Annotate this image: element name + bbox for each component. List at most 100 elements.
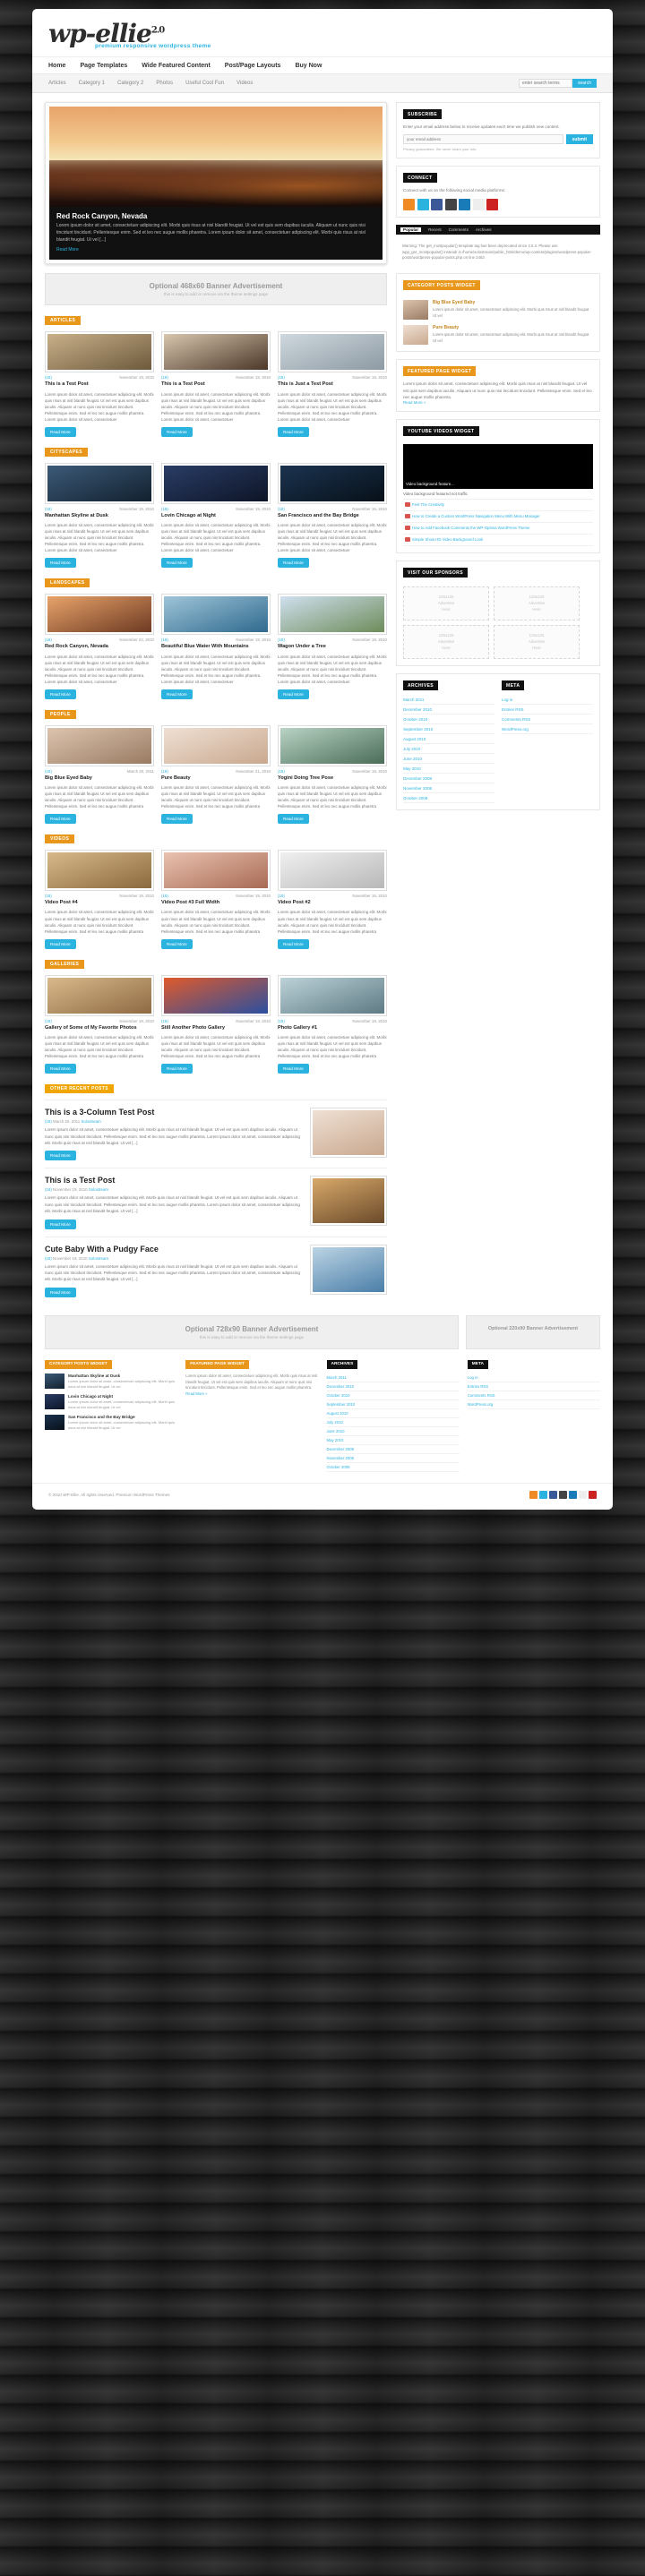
youtube-icon[interactable] [486, 198, 498, 210]
post-thumbnail[interactable] [161, 331, 271, 373]
video-player[interactable]: Video background feature... [403, 444, 593, 490]
footer-item-thumbnail[interactable] [45, 1393, 64, 1409]
category-widget-thumbnail[interactable] [403, 300, 428, 321]
comment-count[interactable]: (18) [45, 375, 52, 380]
comment-count[interactable]: (18) [278, 507, 285, 511]
archive-link[interactable]: June 2010 [403, 754, 494, 765]
bottom-banner-ad[interactable]: Optional 728x90 Banner Advertisement thi… [45, 1314, 459, 1349]
footer-meta-link[interactable]: Entries RSS [467, 1382, 600, 1391]
post-title[interactable]: Video Post #3 Full Width [161, 900, 271, 906]
comment-count[interactable]: (18) [161, 638, 168, 642]
sponsor-ad[interactable]: 125x125 Advertise Here [494, 625, 580, 660]
post-thumbnail[interactable] [45, 974, 154, 1016]
archive-link[interactable]: October 2010 [403, 715, 494, 725]
footer-archive-link[interactable]: May 2010 [326, 1436, 460, 1445]
search-button[interactable]: search [572, 79, 597, 88]
recent-post-title[interactable]: Cute Baby With a Pudgy Face [45, 1245, 303, 1254]
archive-link[interactable]: November 2008 [403, 783, 494, 794]
post-title[interactable]: This is Just a Test Post [278, 381, 387, 388]
post-title[interactable]: Photo Gallery #1 [278, 1025, 387, 1031]
post-thumbnail[interactable] [278, 724, 387, 766]
tab-archives[interactable]: Archives [476, 227, 492, 232]
post-title[interactable]: Video Post #4 [45, 900, 154, 906]
recent-post-thumbnail[interactable] [310, 1244, 387, 1295]
post-title[interactable]: Video Post #2 [278, 900, 387, 906]
slider-readmore-link[interactable]: Read More [56, 247, 79, 252]
comment-count[interactable]: (18) [278, 769, 285, 774]
tab-recent[interactable]: Recent [428, 227, 442, 232]
read-more-button[interactable]: Read More [161, 938, 193, 949]
twitter-icon[interactable] [417, 198, 429, 210]
post-title[interactable]: Big Blue Eyed Baby [45, 775, 154, 782]
footer-archive-link[interactable]: September 2010 [326, 1400, 460, 1409]
linkedin-icon[interactable] [459, 198, 470, 210]
read-more-button[interactable]: Read More [278, 1064, 309, 1074]
comment-count[interactable]: (18) [161, 375, 168, 380]
rss-icon[interactable] [529, 1490, 538, 1499]
facebook-icon[interactable] [431, 198, 443, 210]
subnav-item-category-1[interactable]: Category 1 [79, 81, 105, 86]
post-title[interactable]: Yogini Doing Tree Pose [278, 775, 387, 782]
facebook-icon[interactable] [549, 1490, 557, 1499]
video-list-item[interactable]: Simple Show HD Video Background Look [403, 535, 593, 547]
tab-comments[interactable]: Comments [449, 227, 469, 232]
search-input[interactable] [518, 79, 572, 88]
comment-count[interactable]: (18) [45, 769, 52, 774]
featured-page-readmore[interactable]: Read More » [403, 400, 426, 405]
comment-count[interactable]: (18) [161, 894, 168, 898]
footer-item-thumbnail[interactable] [45, 1414, 64, 1430]
comment-count[interactable]: (18) [278, 894, 285, 898]
footer-item-title[interactable]: Lovin Chicago at Night [68, 1394, 177, 1399]
nav-item-post-page-layouts[interactable]: Post/Page Layouts [225, 63, 281, 69]
post-title[interactable]: This is a Test Post [45, 381, 154, 388]
recent-post-thumbnail[interactable] [310, 1176, 387, 1227]
comment-count[interactable]: (18) [45, 1019, 52, 1023]
video-list-item[interactable]: Feel The Creativity [403, 500, 593, 512]
top-banner-ad[interactable]: Optional 468x60 Banner Advertisement thi… [45, 273, 387, 306]
footer-item-title[interactable]: Manhattan Skyline at Dusk [68, 1374, 177, 1378]
subnav-item-photos[interactable]: Photos [156, 81, 173, 86]
post-thumbnail[interactable] [45, 594, 154, 636]
comment-count[interactable]: (18) [45, 1119, 52, 1124]
archive-link[interactable]: December 2010 [403, 705, 494, 715]
post-thumbnail[interactable] [45, 462, 154, 504]
comment-count[interactable]: (18) [278, 638, 285, 642]
archive-link[interactable]: August 2010 [403, 734, 494, 745]
video-list-item[interactable]: How to Create a Custom WordPress Navigat… [403, 511, 593, 524]
post-title[interactable]: Lovin Chicago at Night [161, 513, 271, 519]
flickr-icon[interactable] [472, 198, 485, 210]
post-title[interactable]: Manhattan Skyline at Dusk [45, 513, 154, 519]
meta-link[interactable]: Entries RSS [502, 705, 593, 715]
post-title[interactable]: Beautiful Blue Water With Mountains [161, 644, 271, 650]
post-thumbnail[interactable] [161, 594, 271, 636]
sponsor-ad[interactable]: 125x125 Advertise Here [494, 586, 580, 621]
meta-link[interactable]: WordPress.org [502, 724, 593, 735]
read-more-button[interactable]: Read More [278, 938, 309, 949]
post-thumbnail[interactable] [161, 850, 271, 892]
googleplus-icon[interactable] [444, 198, 457, 210]
recent-post-title[interactable]: This is a Test Post [45, 1176, 303, 1185]
meta-link[interactable]: Log in [502, 695, 593, 706]
post-title[interactable]: This is a Test Post [161, 381, 271, 388]
sponsor-ad[interactable]: 125x125 Advertise Here [403, 625, 489, 660]
post-title[interactable]: Wagon Under a Tree [278, 644, 387, 650]
sponsor-ad[interactable]: 125x125 Advertise Here [403, 586, 489, 621]
subscribe-submit-button[interactable]: submit [565, 134, 593, 145]
post-thumbnail[interactable] [45, 331, 154, 373]
read-more-button[interactable]: Read More [278, 814, 309, 825]
footer-archive-link[interactable]: August 2010 [326, 1409, 460, 1418]
read-more-button[interactable]: Read More [45, 689, 76, 699]
archive-link[interactable]: December 2008 [403, 774, 494, 784]
post-title[interactable]: Pure Beauty [161, 775, 271, 782]
read-more-button[interactable]: Read More [278, 558, 309, 569]
archive-link[interactable]: September 2010 [403, 724, 494, 735]
nav-item-buy-now[interactable]: Buy Now [295, 63, 322, 69]
recent-post-thumbnail[interactable] [310, 1108, 387, 1159]
footer-archive-link[interactable]: December 2008 [326, 1445, 460, 1454]
read-more-button[interactable]: Read More [45, 1287, 76, 1297]
footer-archive-link[interactable]: December 2010 [326, 1382, 460, 1391]
footer-item-thumbnail[interactable] [45, 1373, 64, 1389]
read-more-button[interactable]: Read More [161, 814, 193, 825]
twitter-icon[interactable] [539, 1490, 547, 1499]
post-thumbnail[interactable] [161, 974, 271, 1016]
